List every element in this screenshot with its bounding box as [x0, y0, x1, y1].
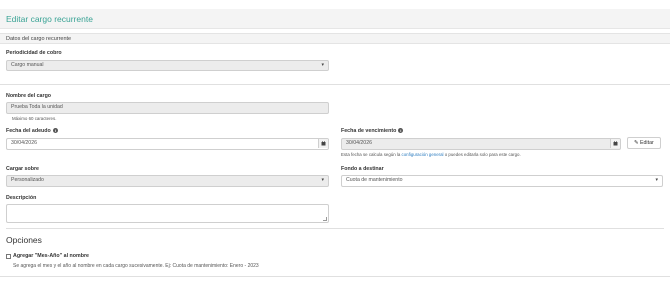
chevron-down-icon: ▾ [321, 177, 324, 183]
info-icon[interactable]: i [398, 128, 404, 133]
cargar-sobre-select[interactable]: Personalizado ▾ [6, 175, 329, 187]
cargar-sobre-label: Cargar sobre [6, 166, 39, 172]
fecha-adeudo-value: 30/04/2026 [11, 140, 37, 146]
cargar-sobre-value: Personalizado [11, 177, 44, 183]
mes-ano-label[interactable]: Agregar "Mes-Año" al nombre [13, 253, 89, 259]
chevron-down-icon: ▾ [655, 177, 658, 183]
opciones-title: Opciones [6, 235, 42, 245]
chevron-down-icon: ▾ [321, 62, 324, 68]
calendar-icon[interactable] [318, 139, 328, 148]
divider [0, 84, 670, 85]
descripcion-textarea[interactable] [6, 204, 329, 223]
calendar-icon[interactable] [610, 139, 620, 148]
help-text: Esta fecha se calcula según la [341, 152, 401, 157]
section-title: Datos del cargo recurrente [6, 35, 72, 42]
page-title: Editar cargo recurrente [6, 14, 93, 24]
nombre-help: Máximo 60 caracteres. [12, 116, 57, 121]
fondo-label: Fondo a destinar [341, 166, 384, 172]
fecha-vencimiento-label: Fecha de vencimiento i [341, 128, 404, 134]
nombre-value: Prueba Toda la unidad [11, 104, 63, 110]
periodicidad-value: Cargo manual [11, 62, 44, 68]
mes-ano-checkbox[interactable] [6, 254, 11, 259]
resize-handle[interactable] [323, 217, 327, 221]
nombre-label: Nombre del cargo [6, 93, 52, 99]
info-icon[interactable]: i [52, 128, 58, 133]
page-header: Editar cargo recurrente [0, 9, 670, 29]
nombre-input[interactable]: Prueba Toda la unidad [6, 102, 329, 114]
divider [0, 276, 670, 277]
fecha-vencimiento-value: 30/04/2026 [346, 140, 372, 146]
periodicidad-select[interactable]: Cargo manual ▾ [6, 60, 329, 71]
configuracion-general-link[interactable]: configuración general [402, 152, 444, 157]
edit-button-label: Editar [639, 140, 654, 146]
section-header: Datos del cargo recurrente [0, 33, 670, 44]
fecha-adeudo-label: Fecha del adeudo i [6, 128, 58, 134]
edit-button[interactable]: ✎ Editar [627, 137, 661, 149]
fecha-vencimiento-input[interactable]: 30/04/2026 [341, 138, 621, 150]
fecha-adeudo-input[interactable]: 30/04/2026 [6, 138, 329, 150]
divider [6, 228, 664, 229]
help-text: o puedes editarla solo para este cargo. [444, 152, 521, 157]
periodicidad-label: Periodicidad de cobro [6, 50, 62, 56]
mes-ano-help: Se agrega el mes y el año al nombre en c… [13, 263, 259, 269]
fondo-value: Cuota de mantenimiento [346, 177, 403, 183]
fecha-vencimiento-help: Esta fecha se calcula según la configura… [341, 152, 521, 157]
descripcion-label: Descripción [6, 195, 37, 201]
fondo-select[interactable]: Cuota de mantenimiento ▾ [341, 175, 663, 187]
pencil-icon: ✎ [634, 140, 639, 146]
